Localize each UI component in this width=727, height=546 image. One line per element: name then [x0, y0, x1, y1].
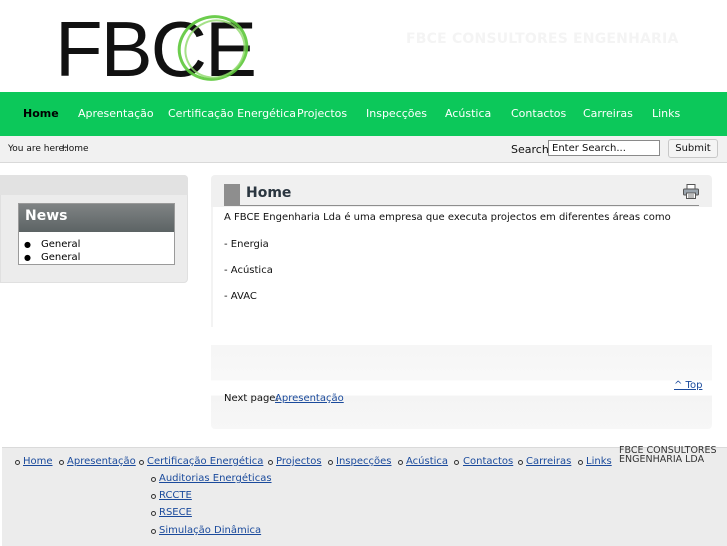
search-submit-button[interactable]: Submit	[668, 139, 718, 158]
title-marker	[224, 184, 240, 206]
footer-link-acustica[interactable]: Acústica	[406, 456, 448, 467]
left-sidebar-header	[0, 175, 188, 195]
bullet-icon	[15, 460, 20, 465]
bullet-icon	[151, 477, 156, 482]
next-page-label: Next page:	[224, 393, 279, 404]
bullet-icon	[398, 460, 403, 465]
nav-item-apresentacao[interactable]: Apresentação	[78, 107, 154, 120]
footer-link-certificacao[interactable]: Certificação Energética	[147, 456, 263, 467]
footer-link-projectos[interactable]: Projectos	[276, 456, 322, 467]
nav-item-inspeccoes[interactable]: Inspecções	[366, 107, 427, 120]
main-nav: Home Apresentação Certificação Energétic…	[0, 92, 727, 136]
nav-item-acustica[interactable]: Acústica	[445, 107, 491, 120]
footer-sublink-rsece[interactable]: RSECE	[159, 507, 192, 518]
bullet-icon	[578, 460, 583, 465]
title-underline	[224, 205, 699, 206]
footer-sublink-auditorias[interactable]: Auditorias Energéticas	[159, 473, 272, 484]
bullet-icon: ●	[24, 253, 31, 262]
footer-link-home[interactable]: Home	[23, 456, 53, 467]
bullet-icon	[454, 460, 459, 465]
next-page-link[interactable]: Apresentação	[275, 393, 344, 404]
nav-item-contactos[interactable]: Contactos	[511, 107, 566, 120]
content-footer	[211, 345, 712, 429]
breadcrumb-label: You are here:	[8, 144, 68, 154]
bullet-icon	[268, 460, 273, 465]
news-item-general[interactable]: General	[41, 239, 80, 250]
footer-link-links[interactable]: Links	[586, 456, 612, 467]
footer-link-carreiras[interactable]: Carreiras	[526, 456, 571, 467]
bullet-icon	[151, 494, 156, 499]
logo-graphic: FBCE	[55, 5, 257, 93]
content-paragraph: - Acústica	[224, 265, 273, 276]
search-input[interactable]	[548, 140, 660, 156]
back-to-top-link[interactable]: ^ Top	[674, 380, 702, 391]
bullet-icon	[518, 460, 523, 465]
bullet-icon	[59, 460, 64, 465]
fbce-logo[interactable]: FBCE	[55, 5, 300, 93]
bullet-icon: ●	[24, 240, 31, 249]
search-label: Search:	[511, 143, 553, 156]
header-tagline: FBCE CONSULTORES ENGENHARIA	[406, 31, 679, 47]
news-item-general[interactable]: General	[41, 252, 80, 263]
footer-link-apresentacao[interactable]: Apresentação	[67, 456, 136, 467]
content-paragraph: - Energia	[224, 239, 269, 250]
bullet-icon	[151, 529, 156, 534]
footer-link-inspeccoes[interactable]: Inspecções	[336, 456, 391, 467]
nav-item-home[interactable]: Home	[23, 107, 59, 120]
nav-item-certificacao[interactable]: Certificação Energética	[168, 107, 296, 120]
nav-item-projectos[interactable]: Projectos	[297, 107, 347, 120]
bullet-icon	[139, 460, 144, 465]
content-edge	[211, 207, 213, 327]
print-icon[interactable]	[683, 184, 699, 199]
content-paragraph: A FBCE Engenharia Lda é uma empresa que …	[224, 212, 671, 223]
page-title: Home	[246, 185, 292, 201]
news-title: News	[25, 208, 68, 224]
bullet-icon	[328, 460, 333, 465]
nav-item-carreiras[interactable]: Carreiras	[583, 107, 633, 120]
footer-link-contactos[interactable]: Contactos	[463, 456, 513, 467]
breadcrumb-current: Home	[62, 144, 89, 154]
content-paragraph: - AVAC	[224, 291, 257, 302]
footer-sublink-rccte[interactable]: RCCTE	[159, 490, 192, 501]
bullet-icon	[151, 511, 156, 516]
nav-item-links[interactable]: Links	[652, 107, 680, 120]
footer-company-name: FBCE CONSULTORES ENGENHARIA LDA	[619, 445, 717, 465]
footer-sublink-simulacao[interactable]: Simulação Dinâmica	[159, 525, 261, 536]
